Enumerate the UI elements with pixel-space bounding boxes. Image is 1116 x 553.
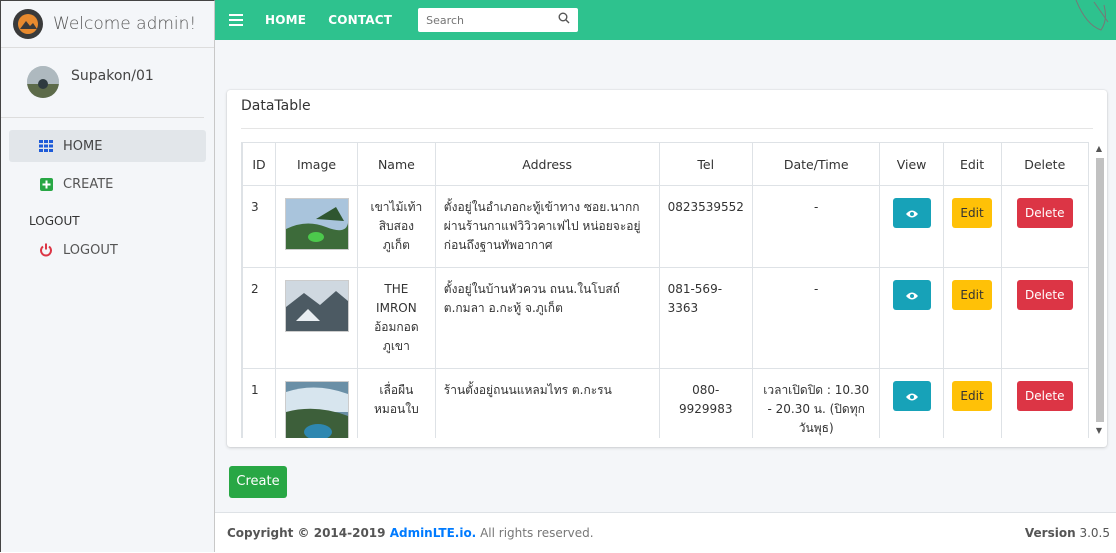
cell-image: [275, 368, 358, 438]
column-header[interactable]: Edit: [942, 142, 1002, 186]
copyright-suffix: All rights reserved.: [476, 526, 594, 540]
column-header[interactable]: Image: [275, 142, 358, 186]
table-header-row: ID Image Name Address Tel Date/Time View…: [242, 142, 1089, 186]
cell-edit: Edit: [942, 185, 1002, 268]
search-box: [418, 8, 579, 32]
table-scrollbar[interactable]: ▲ ▼: [1094, 144, 1104, 440]
grid-icon: [37, 140, 55, 152]
user-panel[interactable]: Supakon/01: [1, 48, 204, 118]
search-icon[interactable]: [558, 12, 570, 28]
avatar: [27, 66, 59, 98]
column-header[interactable]: Name: [356, 142, 436, 186]
decorative-sketch-icon: [1075, 0, 1109, 31]
cell-address: ตั้งอยู่ในบ้านหัวควน ถนน.ในโบสถ์ ต.กมลา …: [434, 267, 660, 369]
cell-id: 3: [242, 185, 277, 268]
scroll-down-icon[interactable]: ▼: [1094, 426, 1104, 436]
table-scroll-area[interactable]: ID Image Name Address Tel Date/Time View…: [241, 142, 1089, 438]
eye-icon: [905, 210, 918, 217]
data-table: ID Image Name Address Tel Date/Time View…: [242, 142, 1089, 438]
cell-delete: Delete: [1000, 368, 1089, 438]
version-label: Version: [1024, 526, 1076, 540]
place-thumbnail: [284, 280, 349, 332]
sidebar-item-logout[interactable]: LOGOUT: [9, 234, 206, 266]
place-thumbnail: [284, 381, 349, 438]
cell-view: [879, 368, 944, 438]
delete-button[interactable]: Delete: [1016, 198, 1073, 228]
cell-datetime: -: [751, 185, 881, 268]
column-header[interactable]: View: [879, 142, 944, 186]
sidebar: Welcome admin! Supakon/01 HOME CREATE LO…: [0, 0, 215, 552]
eye-icon: [905, 292, 918, 299]
column-header[interactable]: Delete: [1000, 142, 1089, 186]
sidebar-item-home[interactable]: HOME: [9, 130, 206, 162]
cell-delete: Delete: [1000, 185, 1089, 268]
cell-id: 1: [242, 368, 277, 438]
copyright-prefix: Copyright © 2014-2019: [227, 526, 390, 540]
brand-logo-icon: [13, 9, 43, 39]
edit-button[interactable]: Edit: [952, 198, 993, 228]
cell-edit: Edit: [942, 267, 1002, 369]
content-wrapper: DataTable ID Image Name Address Tel Date…: [215, 40, 1116, 553]
column-header[interactable]: Date/Time: [751, 142, 881, 186]
cell-view: [879, 185, 944, 268]
scrollbar-thumb[interactable]: [1096, 158, 1104, 422]
cell-view: [879, 267, 944, 369]
hamburger-menu-icon[interactable]: [229, 10, 243, 31]
cell-edit: Edit: [942, 368, 1002, 438]
edit-button[interactable]: Edit: [952, 381, 993, 411]
cell-tel: 0823539552: [658, 185, 753, 268]
cell-name: เขาไม้เท้าสิบสอง ภูเก็ต: [356, 185, 436, 268]
nav-link-home[interactable]: HOME: [265, 13, 306, 27]
nav-link-contact[interactable]: CONTACT: [328, 13, 392, 27]
cell-name: THE IMRON อ้อมกอด ภูเขา: [356, 267, 436, 369]
create-button[interactable]: Create: [229, 466, 287, 498]
sidebar-item-label: CREATE: [63, 176, 114, 192]
card-title: DataTable: [241, 98, 311, 114]
view-button[interactable]: [892, 280, 931, 310]
datatable-card: DataTable ID Image Name Address Tel Date…: [227, 90, 1107, 447]
cell-image: [275, 267, 358, 369]
table-row: 3 เขาไม้เท้าสิบสอง ภูเก็ต ตั้งอยู่ในอำเภ…: [242, 185, 1089, 268]
user-name: Supakon/01: [71, 68, 154, 84]
cell-datetime: เวลาเปิดปิด : 10.30 - 20.30 น. (ปิดทุกวั…: [751, 368, 881, 438]
plus-square-icon: [37, 177, 55, 191]
sidebar-item-label: HOME: [63, 138, 103, 154]
footer: Copyright © 2014-2019 AdminLTE.io. All r…: [215, 512, 1116, 553]
brand-title: Welcome admin!: [53, 14, 197, 34]
cell-image: [275, 185, 358, 268]
version-number: 3.0.5: [1079, 526, 1110, 540]
column-header[interactable]: Address: [434, 142, 660, 186]
brand[interactable]: Welcome admin!: [1, 1, 214, 48]
power-icon: [37, 243, 55, 257]
cell-tel: 081-569-3363: [658, 267, 753, 369]
view-button[interactable]: [892, 198, 931, 228]
column-header[interactable]: ID: [242, 142, 277, 186]
edit-button[interactable]: Edit: [952, 280, 993, 310]
cell-delete: Delete: [1000, 267, 1089, 369]
sidebar-item-create[interactable]: CREATE: [9, 168, 206, 200]
cell-tel: 080-9929983: [658, 368, 753, 438]
scroll-up-icon[interactable]: ▲: [1094, 144, 1104, 154]
cell-address: ตั้งอยู่ในอำเภอกะทู้เข้าทาง ซอย.นากก ผ่า…: [434, 185, 660, 268]
cell-name: เลื่อผืน หมอนใบ: [356, 368, 436, 438]
top-navbar: HOME CONTACT: [215, 0, 1116, 40]
column-header[interactable]: Tel: [658, 142, 753, 186]
cell-address: ร้านตั้งอยู่ถนนแหลมไทร ต.กะรน: [434, 368, 660, 438]
footer-version: Version 3.0.5: [1025, 526, 1110, 540]
card-divider: [241, 128, 1093, 129]
sidebar-header-logout: LOGOUT: [29, 214, 80, 228]
cell-id: 2: [242, 267, 277, 369]
delete-button[interactable]: Delete: [1016, 381, 1073, 411]
place-thumbnail: [284, 198, 349, 250]
sidebar-item-label: LOGOUT: [63, 242, 118, 258]
footer-brand-link[interactable]: AdminLTE.io.: [390, 526, 477, 540]
table-row: 2 THE IMRON อ้อมกอด ภูเขา ตั้งอยู่ในบ้าน…: [242, 267, 1089, 369]
delete-button[interactable]: Delete: [1016, 280, 1073, 310]
view-button[interactable]: [892, 381, 931, 411]
footer-copyright: Copyright © 2014-2019 AdminLTE.io. All r…: [227, 526, 594, 540]
cell-datetime: -: [751, 267, 881, 369]
search-input[interactable]: [418, 12, 559, 28]
eye-icon: [905, 393, 918, 400]
table-row: 1 เลื่อผืน หมอนใบ ร้านตั้งอยู่ถนนแหลมไทร…: [242, 368, 1089, 438]
